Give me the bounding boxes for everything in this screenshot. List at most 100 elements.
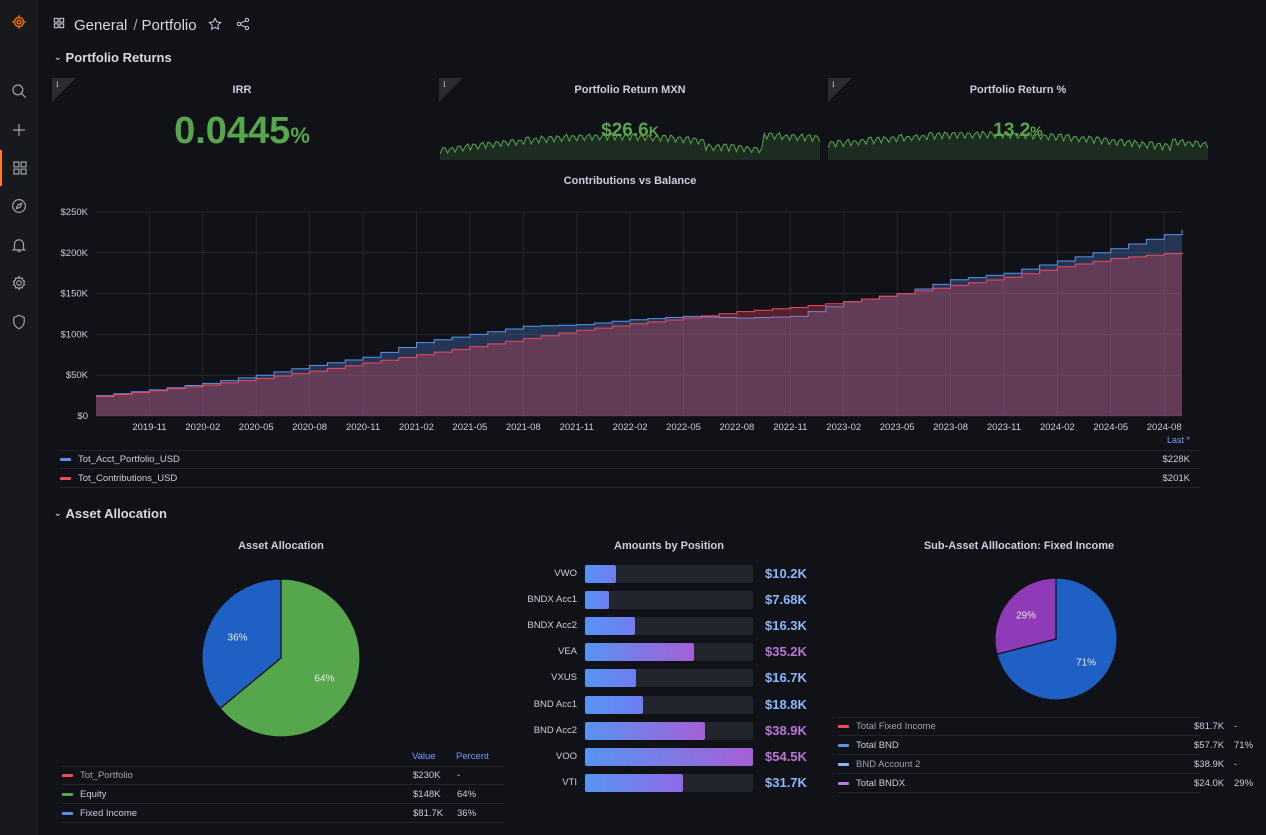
x-tick-label: 2023-08 [933, 422, 968, 433]
y-tick-label: $0 [77, 411, 88, 422]
legend-percent: 71% [1234, 739, 1254, 751]
legend-percent: 36% [457, 807, 477, 819]
bar-value: $7.68K [765, 592, 807, 608]
x-tick-label: 2022-05 [666, 422, 701, 433]
legend-item[interactable]: Total Fixed Income $81.7K - [838, 717, 1237, 736]
stat-return-mxn-value: $26.6K [439, 120, 821, 142]
bar-label: BNDX Acc1 [527, 594, 577, 606]
legend-name: Total Fixed Income [856, 721, 936, 732]
legend-value: $38.9K [1194, 758, 1225, 770]
stat-return-mxn-unit: K [648, 123, 659, 139]
bar-track[interactable] [585, 747, 753, 766]
panel-title-asset-allocation: Asset Allocation [238, 540, 324, 552]
legend-sort-last[interactable]: Last * [1150, 435, 1190, 445]
bar-value: $18.8K [765, 696, 807, 712]
legend-value: $81.7K [1194, 721, 1225, 732]
panel-title-irr: IRR [232, 84, 252, 96]
breadcrumb: General / Portfolio [74, 17, 197, 34]
x-tick-label: 2022-08 [719, 422, 754, 433]
gear-icon[interactable] [0, 265, 38, 301]
legend-value: $230K [413, 770, 441, 781]
bar-value: $16.3K [765, 618, 807, 634]
x-tick-label: 2020-02 [185, 422, 220, 433]
bell-icon[interactable] [0, 227, 38, 263]
bar-label: VXUS [551, 672, 577, 684]
bar-value: $10.2K [765, 566, 807, 581]
breadcrumb-page[interactable]: Portfolio [142, 17, 197, 34]
legend-value: $81.7K [413, 807, 444, 819]
timeseries-chart[interactable]: $0 $50K $100K $150K $200K $250K 2019-11 2020-02… [52, 200, 1202, 440]
bar-track[interactable] [585, 721, 753, 740]
bar-track[interactable] [585, 591, 753, 610]
bar-label: BND Acc1 [533, 698, 577, 710]
pie-sub-asset-allocation[interactable]: 71% 29% [992, 575, 1120, 703]
search-icon[interactable] [0, 73, 38, 109]
bar-fill [585, 591, 609, 610]
bar-label: VOO [555, 750, 577, 762]
legend-name: Equity [80, 788, 107, 800]
x-tick-label: 2019-11 [132, 422, 166, 433]
legend-swatch [838, 781, 849, 785]
y-tick-label: $250K [61, 207, 89, 218]
legend-header-percent[interactable]: Percent [456, 751, 489, 762]
chevron-down-icon: ⌄ [54, 508, 62, 518]
stat-return-pct-unit: % [1030, 123, 1043, 139]
compass-icon[interactable] [0, 188, 38, 224]
bar-track[interactable] [585, 773, 753, 792]
x-tick-label: 2022-02 [613, 422, 648, 433]
legend-percent: - [1234, 721, 1238, 732]
legend-swatch [62, 774, 73, 777]
bar-track[interactable] [585, 617, 753, 636]
legend-item[interactable]: Tot_Acct_Portfolio_USD $228K [60, 450, 1200, 469]
pie-slice-label: 64% [314, 673, 334, 684]
legend-item[interactable]: Tot_Contributions_USD $201K [60, 469, 1200, 488]
legend-percent: - [1234, 758, 1238, 770]
legend-item[interactable]: Fixed Income $81.7K 36% [62, 804, 504, 823]
legend-name: Tot_Contributions_USD [78, 472, 178, 484]
row-title-text: Portfolio Returns [65, 50, 172, 65]
shield-icon[interactable] [0, 304, 38, 340]
stat-return-pct-number: 13.2 [993, 120, 1031, 141]
legend-header-value[interactable]: Value [412, 751, 436, 762]
legend-name: BND Account 2 [856, 758, 921, 770]
legend-item[interactable]: Total BND $57.7K 71% [838, 736, 1253, 755]
breadcrumb-folder[interactable]: General [74, 17, 127, 34]
bar-fill [585, 617, 636, 636]
panel-title-return-pct: Portfolio Return % [969, 84, 1067, 96]
bar-track[interactable] [585, 565, 753, 583]
bar-track[interactable] [585, 669, 753, 688]
bar-value: $16.7K [765, 670, 807, 686]
plus-icon[interactable] [0, 112, 38, 148]
bar-track[interactable] [585, 695, 753, 714]
legend-item[interactable]: Equity $148K 64% [62, 785, 504, 804]
top-navbar: General / Portfolio [38, 0, 1266, 50]
row-title-text: Asset Allocation [65, 506, 167, 521]
pie-slice-label: 71% [1076, 657, 1096, 668]
bar-fill [585, 695, 643, 714]
pie-asset-allocation[interactable]: 64% 36% [190, 567, 372, 749]
legend-swatch [838, 725, 849, 728]
pie-slice-label: 29% [1016, 611, 1036, 622]
x-tick-label: 2022-11 [773, 422, 807, 433]
x-tick-label: 2023-05 [880, 422, 915, 433]
share-icon[interactable] [235, 16, 253, 34]
panel-title-sub-asset: Sub-Asset Alllocation: Fixed Income [923, 540, 1115, 552]
bar-track[interactable] [585, 643, 753, 662]
legend-swatch [60, 458, 71, 461]
bar-fill [585, 773, 683, 792]
bar-label: BNDX Acc2 [527, 620, 577, 632]
legend-percent: - [457, 770, 461, 781]
sidebar [0, 0, 38, 835]
row-asset-allocation[interactable]: ⌄ Asset Allocation [54, 506, 167, 521]
legend-item[interactable]: BND Account 2 $38.9K - [838, 755, 1237, 774]
y-tick-label: $100K [61, 329, 89, 340]
legend-item[interactable]: Total BNDX $24.0K 29% [838, 774, 1253, 793]
legend-item[interactable]: Tot_Portfolio $230K - [62, 766, 504, 785]
legend-name: Total BND [856, 739, 899, 751]
grafana-logo-icon[interactable] [0, 4, 38, 40]
dashboards-grid-icon [52, 16, 66, 35]
dashboards-icon[interactable] [0, 150, 38, 186]
row-portfolio-returns[interactable]: ⌄ Portfolio Returns [54, 50, 172, 65]
star-icon[interactable] [207, 16, 225, 34]
panel-title-amounts: Amounts by Position [614, 540, 724, 552]
